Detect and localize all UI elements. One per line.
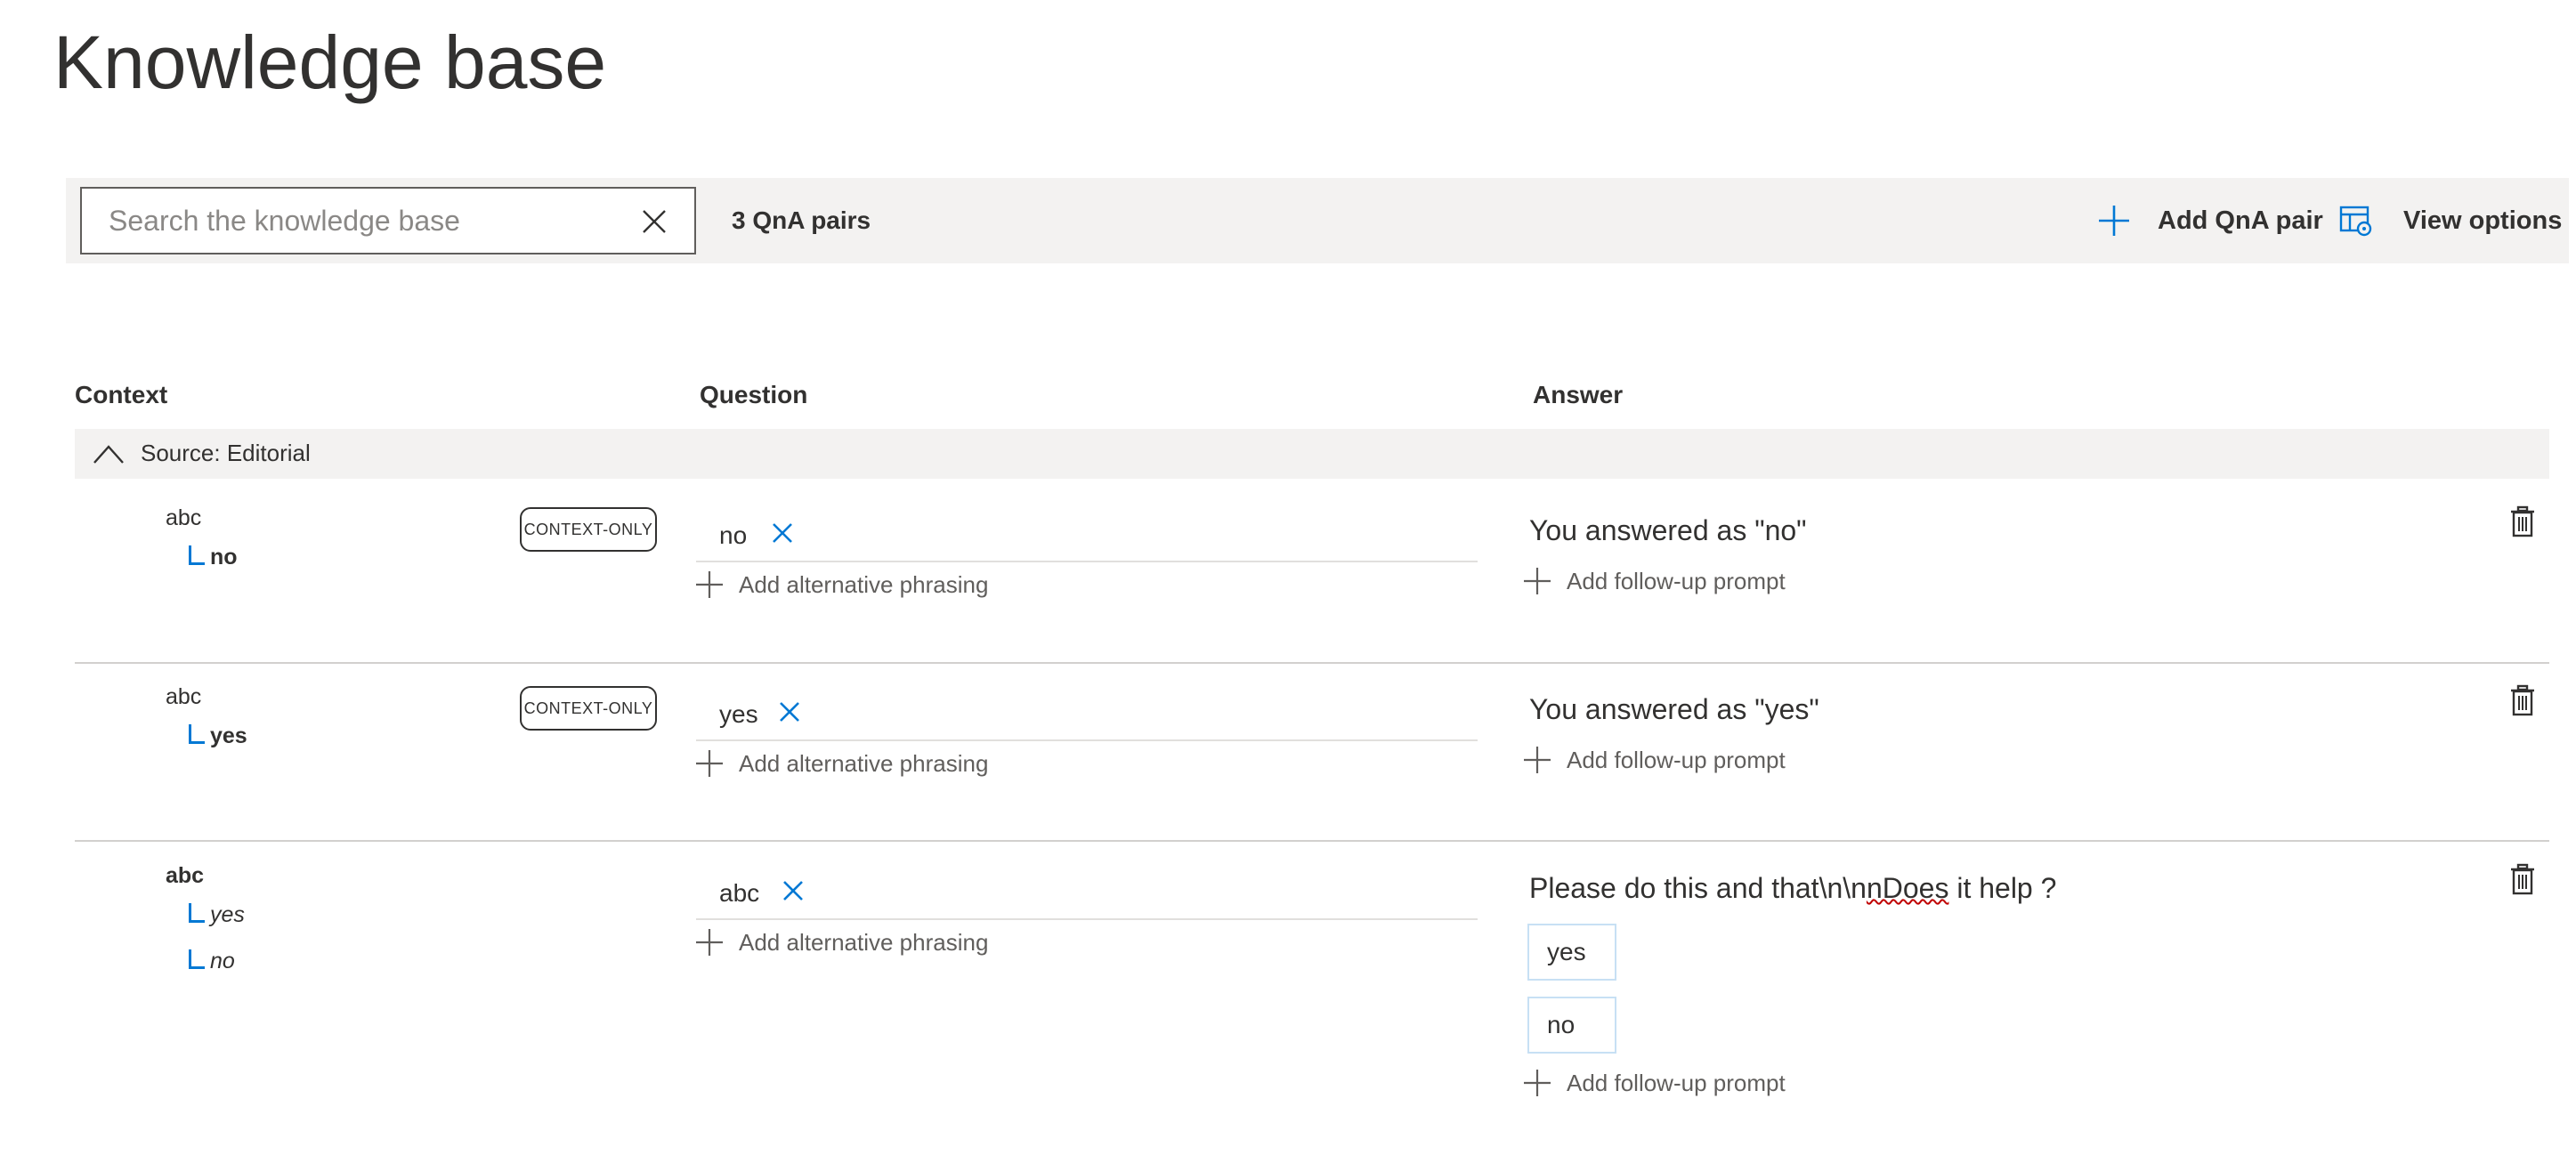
plus-icon xyxy=(696,571,723,598)
add-alternative-phrasing-button[interactable]: Add alternative phrasing xyxy=(694,569,988,600)
tree-elbow-icon xyxy=(189,545,205,565)
search-box[interactable] xyxy=(80,187,696,254)
plus-icon xyxy=(696,929,723,956)
add-alternative-phrasing-button[interactable]: Add alternative phrasing xyxy=(694,927,988,957)
table-row: abc no CONTEXT-ONLY no Add alternative p… xyxy=(0,481,2576,662)
question-field[interactable]: abc xyxy=(696,868,1478,920)
add-qna-pair-button[interactable]: Add QnA pair xyxy=(2097,201,2323,240)
column-header-question[interactable]: Question xyxy=(700,381,807,409)
question-field[interactable]: yes xyxy=(696,690,1478,741)
close-icon[interactable] xyxy=(641,208,668,235)
context-child[interactable]: yes xyxy=(189,723,247,749)
context-parent: abc xyxy=(166,505,202,530)
remove-question-icon[interactable] xyxy=(778,700,801,723)
tree-elbow-icon xyxy=(189,724,205,744)
answer-text[interactable]: You answered as "no" xyxy=(1529,514,1807,547)
answer-text[interactable]: Please do this and that\n\nnDoes it help… xyxy=(1529,872,2056,905)
chevron-up-icon[interactable] xyxy=(93,441,125,466)
add-qna-pair-label: Add QnA pair xyxy=(2158,206,2323,235)
remove-question-icon[interactable] xyxy=(782,879,805,902)
context-child[interactable]: no xyxy=(189,949,235,974)
question-text: no xyxy=(719,521,748,549)
group-label: Source: Editorial xyxy=(141,440,311,466)
trash-icon[interactable] xyxy=(2508,684,2537,716)
plus-icon xyxy=(696,750,723,777)
view-options-icon xyxy=(2339,206,2372,237)
follow-up-prompt-no[interactable]: no xyxy=(1527,997,1616,1054)
follow-up-prompt-yes[interactable]: yes xyxy=(1527,924,1616,981)
trash-icon[interactable] xyxy=(2508,863,2537,895)
question-text: abc xyxy=(719,879,760,907)
pair-count: 3 QnA pairs xyxy=(732,206,871,234)
plus-icon xyxy=(1524,747,1551,773)
trash-icon[interactable] xyxy=(2508,505,2537,537)
spellcheck-word: nDoes xyxy=(1866,872,1949,904)
plus-icon xyxy=(1524,568,1551,594)
tree-elbow-icon xyxy=(189,949,205,969)
add-alternative-phrasing-button[interactable]: Add alternative phrasing xyxy=(694,748,988,779)
context-parent: abc xyxy=(166,684,202,709)
remove-question-icon[interactable] xyxy=(771,521,794,545)
table-row: abc yes CONTEXT-ONLY yes Add alternative… xyxy=(0,659,2576,841)
view-options-label: View options xyxy=(2403,206,2563,235)
add-follow-up-prompt-button[interactable]: Add follow-up prompt xyxy=(1522,745,1786,775)
view-options-button[interactable]: View options xyxy=(2339,201,2562,240)
answer-text[interactable]: You answered as "yes" xyxy=(1529,693,1819,726)
plus-icon xyxy=(2099,206,2129,236)
column-header-answer[interactable]: Answer xyxy=(1533,381,1623,409)
context-child[interactable]: yes xyxy=(189,902,245,928)
question-text: yes xyxy=(719,700,758,728)
plus-icon xyxy=(1524,1070,1551,1096)
tree-elbow-icon xyxy=(189,903,205,923)
group-header: Source: Editorial xyxy=(75,429,2549,479)
page-title: Knowledge base xyxy=(53,20,607,104)
context-parent: abc xyxy=(166,863,205,888)
table-row: abc yes no abc Add alternative phrasing … xyxy=(0,838,2576,1132)
context-child[interactable]: no xyxy=(189,545,238,570)
add-follow-up-prompt-button[interactable]: Add follow-up prompt xyxy=(1522,1068,1786,1098)
context-only-badge: CONTEXT-ONLY xyxy=(520,686,657,731)
question-field[interactable]: no xyxy=(696,511,1478,562)
column-header-context[interactable]: Context xyxy=(75,381,167,409)
add-follow-up-prompt-button[interactable]: Add follow-up prompt xyxy=(1522,566,1786,596)
context-only-badge: CONTEXT-ONLY xyxy=(520,507,657,552)
search-input[interactable] xyxy=(109,189,607,253)
